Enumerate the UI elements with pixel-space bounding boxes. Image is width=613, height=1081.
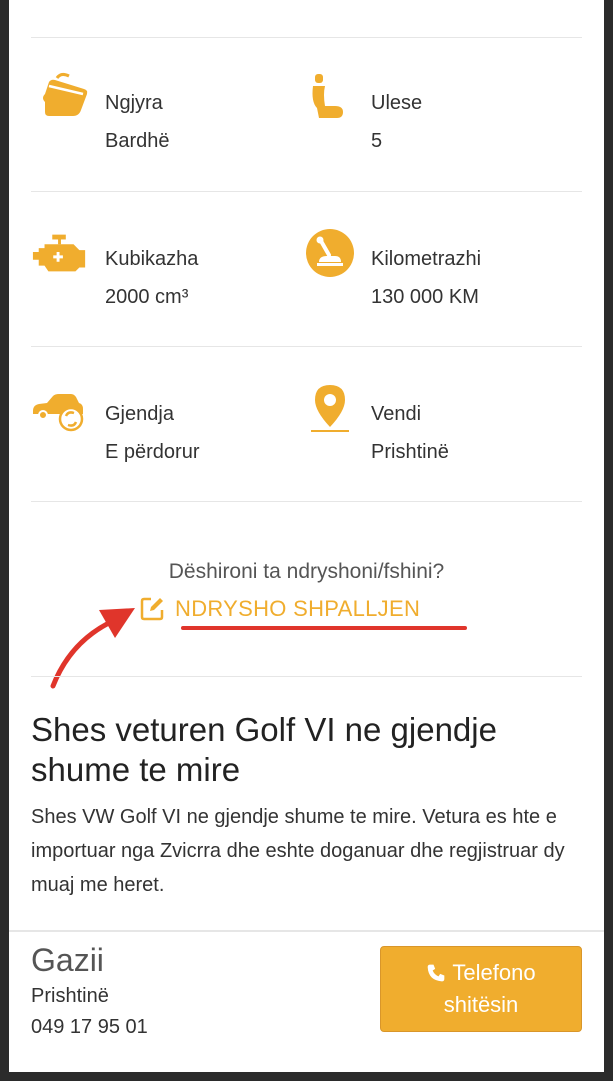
seller-name: Gazii <box>31 942 104 978</box>
ad-description: Shes VW Golf VI ne gjendje shume te mire… <box>31 806 565 896</box>
call-button-line2: shitësin <box>443 992 519 1017</box>
spec-label: Gjendja <box>105 403 174 425</box>
spec-value: Prishtinë <box>371 441 449 463</box>
divider <box>31 501 582 502</box>
spec-engine: Kubikazha 2000 cm³ <box>31 228 291 318</box>
spec-label: Ngjyra <box>105 92 163 114</box>
spec-value: 2000 cm³ <box>105 286 189 308</box>
spec-value: 5 <box>371 130 383 152</box>
edit-listing-label: NDRYSHO SHPALLJEN <box>175 596 421 621</box>
spec-label: Kubikazha <box>105 248 199 270</box>
spec-label: Ulese <box>371 92 423 114</box>
spec-value: 130 000 KM <box>371 286 479 308</box>
annotation-arrow-icon <box>50 608 135 689</box>
location-pin-icon <box>311 385 349 432</box>
divider <box>31 37 582 38</box>
divider <box>31 676 582 677</box>
spec-condition: Gjendja E përdorur <box>31 383 291 473</box>
paint-bucket-icon <box>43 72 88 116</box>
edit-question: Dëshironi ta ndryshoni/fshini? <box>168 560 445 583</box>
spec-seats: Ulese 5 <box>305 72 565 162</box>
spec-mileage: Kilometrazhi 130 000 KM <box>305 228 565 318</box>
engine-icon <box>32 234 86 272</box>
spec-value: Bardhë <box>105 130 170 152</box>
spec-color: Ngjyra Bardhë <box>39 72 299 162</box>
ad-title: Shes veturen Golf VI ne gjendje shume te… <box>31 711 497 788</box>
car-condition-icon <box>33 394 84 432</box>
seller-phone: 049 17 95 01 <box>31 1016 148 1038</box>
gear-shift-icon <box>306 229 354 277</box>
spec-location: Vendi Prishtinë <box>305 383 565 473</box>
car-seat-icon <box>312 74 343 118</box>
call-button-line1: Telefono <box>452 960 536 985</box>
phone-icon <box>428 964 445 982</box>
spec-label: Kilometrazhi <box>371 248 482 270</box>
divider <box>31 346 582 347</box>
spec-label: Vendi <box>371 403 422 425</box>
listing-page: Ngjyra Bardhë Ulese 5 Kubikazha 2000 cm³ <box>9 0 604 1072</box>
divider <box>31 191 582 192</box>
edit-listing-link[interactable]: NDRYSHO SHPALLJEN <box>139 592 420 626</box>
spec-value: E përdorur <box>105 441 200 463</box>
annotation-underline <box>181 626 467 630</box>
seller-city: Prishtinë <box>31 985 109 1007</box>
call-seller-button[interactable]: Telefono shitësin <box>380 946 582 1032</box>
footer-divider <box>9 930 604 932</box>
